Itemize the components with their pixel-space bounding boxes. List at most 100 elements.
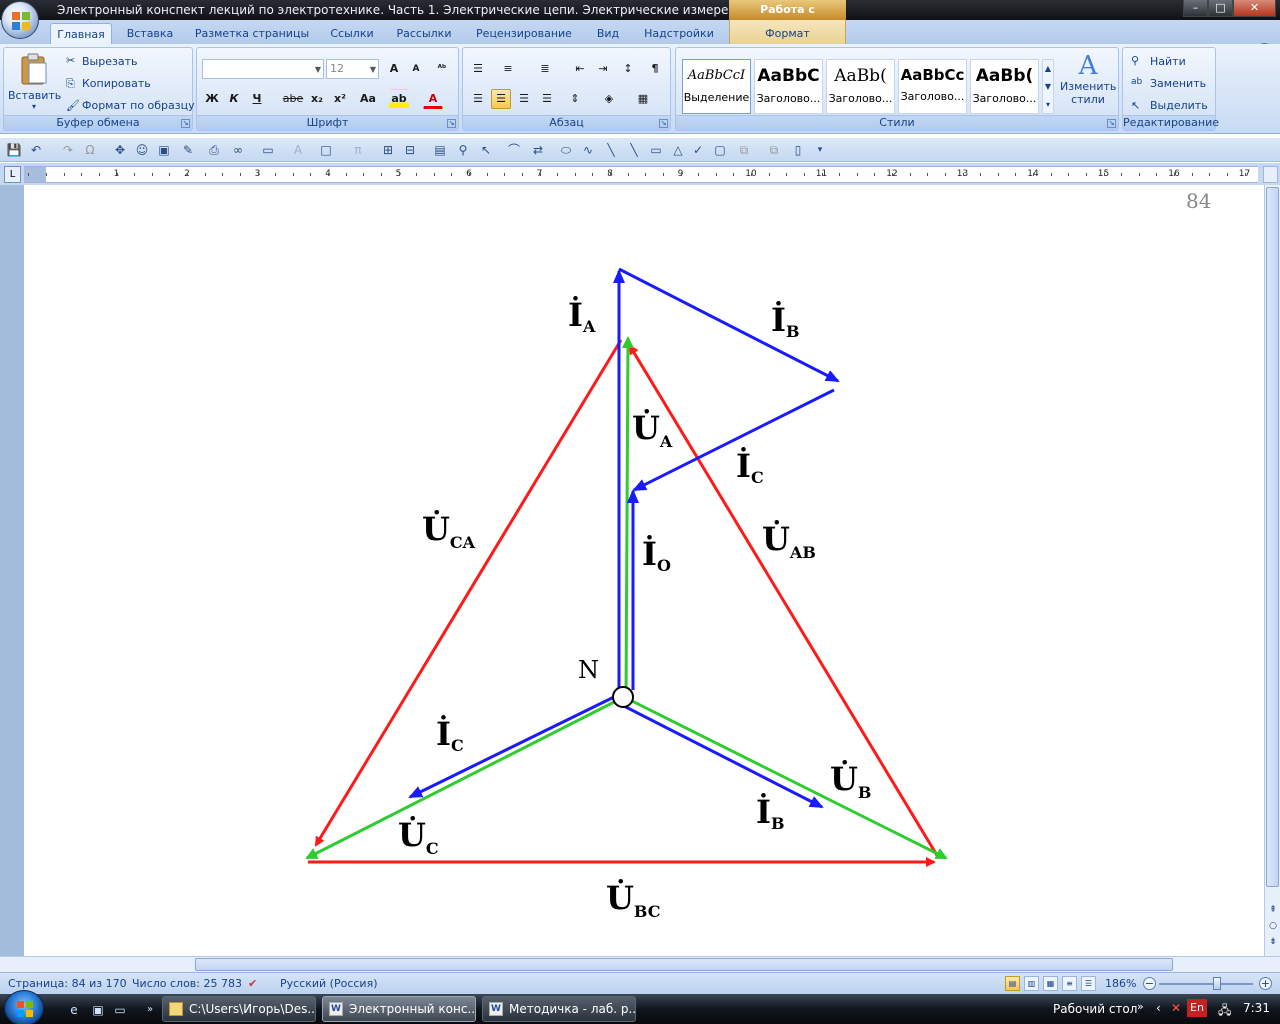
- print-layout-icon[interactable]: ▤: [1005, 976, 1020, 991]
- oval-icon[interactable]: ⬭: [558, 142, 574, 158]
- document-icon[interactable]: ▯: [790, 142, 806, 158]
- select-objects-icon[interactable]: ↖: [478, 142, 494, 158]
- zoom-in-icon[interactable]: +: [1259, 977, 1272, 990]
- page-count-status[interactable]: Страница: 84 из 170: [8, 977, 127, 990]
- horizontal-ruler[interactable]: 1234567891011121314151617: [24, 166, 1258, 183]
- style-heading-2[interactable]: AaBb( Заголово...: [826, 59, 895, 114]
- textbox-icon[interactable]: ▤: [432, 142, 448, 158]
- bold-button[interactable]: Ж: [202, 89, 222, 109]
- desktop-toolbar-more-icon[interactable]: »: [1137, 1000, 1144, 1024]
- highlight-icon[interactable]: ab: [389, 89, 409, 109]
- tab-insert[interactable]: Вставка: [122, 23, 178, 44]
- align-left-icon[interactable]: ☰: [468, 89, 488, 109]
- internet-explorer-icon[interactable]: e: [66, 1002, 82, 1018]
- show-formatting-button[interactable]: ¶: [645, 59, 665, 79]
- bullets-icon[interactable]: ☰: [468, 59, 488, 79]
- spelling-icon[interactable]: ✓: [690, 142, 706, 158]
- clip-art-icon[interactable]: ✎: [180, 142, 196, 158]
- office-button[interactable]: [1, 1, 39, 39]
- desktop-toolbar-label[interactable]: Рабочий стол: [1053, 1002, 1137, 1024]
- vertical-scroll-thumb[interactable]: [1266, 187, 1279, 887]
- dialog-launcher-icon[interactable]: ↘: [659, 119, 668, 128]
- prev-page-icon[interactable]: ⇞: [1268, 905, 1278, 915]
- borders-icon[interactable]: ▦: [633, 89, 653, 109]
- styles-scroll-icon[interactable]: ▲ ▼ ▾: [1042, 59, 1054, 114]
- tab-format[interactable]: Формат: [729, 20, 846, 44]
- dialog-launcher-icon[interactable]: ↘: [1107, 119, 1116, 128]
- browse-object-icon[interactable]: ○: [1268, 921, 1278, 931]
- style-heading-1[interactable]: AaBbC Заголово...: [754, 59, 823, 114]
- taskbar-item-word-lectures[interactable]: W Электронный конс...: [322, 996, 476, 1022]
- font-size-combo[interactable]: 12 ▼: [326, 59, 379, 79]
- switch-windows-icon[interactable]: ▣: [90, 1002, 106, 1018]
- vertical-scrollbar[interactable]: ⇞ ○ ⇟: [1264, 185, 1280, 956]
- word-count-status[interactable]: Число слов: 25 783: [132, 977, 242, 990]
- italic-button[interactable]: К: [224, 89, 244, 109]
- proofing-icon[interactable]: ✔: [248, 977, 257, 990]
- freeform-icon[interactable]: ∿: [580, 142, 596, 158]
- antivirus-icon[interactable]: ✕: [1171, 1001, 1181, 1024]
- tab-mailings[interactable]: Рассылки: [392, 23, 456, 44]
- shrink-font-button[interactable]: A: [406, 59, 426, 79]
- style-emphasis[interactable]: AaBbCcI Выделение: [682, 59, 751, 114]
- select-button[interactable]: Выделить: [1150, 99, 1208, 112]
- start-button[interactable]: [4, 990, 44, 1024]
- cut-button[interactable]: Вырезать: [82, 55, 137, 68]
- bring-front-icon[interactable]: ⧉: [766, 142, 782, 158]
- tray-expand-icon[interactable]: ‹: [1156, 1001, 1161, 1024]
- group-icon[interactable]: ⊞: [380, 142, 396, 158]
- undo-icon[interactable]: ↶: [28, 142, 44, 158]
- rectangle-icon[interactable]: ▭: [648, 142, 664, 158]
- justify-icon[interactable]: ☰: [537, 89, 557, 109]
- underline-button[interactable]: Ч: [247, 89, 267, 109]
- replace-button[interactable]: Заменить: [1150, 77, 1206, 90]
- style-heading-4[interactable]: AaBb( Заголово...: [970, 59, 1039, 114]
- horizontal-scrollbar[interactable]: [0, 956, 1280, 972]
- horizontal-scroll-thumb[interactable]: [195, 958, 1173, 971]
- language-status[interactable]: Русский (Россия): [280, 977, 378, 990]
- zoom-icon[interactable]: ⚲: [455, 142, 471, 158]
- equation-icon[interactable]: π: [350, 142, 366, 158]
- numbering-icon[interactable]: ≡: [498, 59, 518, 79]
- tab-selector[interactable]: L: [4, 166, 21, 183]
- paste-button[interactable]: Вставить ▾: [8, 50, 61, 114]
- next-page-icon[interactable]: ⇟: [1268, 937, 1278, 947]
- show-desktop-icon[interactable]: ▭: [112, 1002, 128, 1018]
- print-icon[interactable]: ⎙: [206, 142, 222, 158]
- zoom-slider-thumb[interactable]: [1213, 977, 1221, 990]
- connector-icon[interactable]: ⇄: [530, 142, 546, 158]
- style-heading-3[interactable]: AaBbCc Заголово...: [898, 59, 967, 114]
- change-case-button[interactable]: Aa: [355, 89, 381, 109]
- align-center-icon[interactable]: ☰: [491, 89, 511, 109]
- font-name-combo[interactable]: ▼: [202, 59, 324, 79]
- phasor-diagram[interactable]: N İA İB İC İO İC İB U̇A U̇CA U̇AB U̇B U̇…: [24, 185, 1264, 956]
- close-button[interactable]: ✕: [1233, 0, 1276, 17]
- language-indicator[interactable]: En: [1187, 999, 1207, 1017]
- subscript-button[interactable]: x₂: [307, 89, 327, 109]
- full-screen-reading-icon[interactable]: ▥: [1024, 976, 1039, 991]
- customize-toolbar-icon[interactable]: ▾: [812, 142, 828, 158]
- align-right-icon[interactable]: ☰: [514, 89, 534, 109]
- taskbar-item-explorer[interactable]: C:\Users\Игорь\Des...: [162, 996, 316, 1022]
- frame-icon[interactable]: ▢: [712, 142, 728, 158]
- zoom-level[interactable]: 186%: [1105, 977, 1136, 990]
- move-icon[interactable]: ✥: [112, 142, 128, 158]
- increase-indent-icon[interactable]: ⇥: [593, 59, 613, 79]
- network-icon[interactable]: 🖧: [1218, 1001, 1231, 1024]
- multilevel-list-icon[interactable]: ≣: [535, 59, 555, 79]
- dialog-launcher-icon[interactable]: ↘: [447, 119, 456, 128]
- symbol-icon[interactable]: Ω: [82, 142, 98, 158]
- wordart-icon[interactable]: A: [290, 142, 306, 158]
- line-icon[interactable]: ╲: [626, 142, 642, 158]
- zoom-slider[interactable]: [1159, 983, 1253, 985]
- line-spacing-icon[interactable]: ⇕: [565, 89, 585, 109]
- save-icon[interactable]: 💾: [6, 142, 22, 158]
- sort-icon[interactable]: ↕: [618, 59, 638, 79]
- fill-icon[interactable]: ▭: [260, 142, 276, 158]
- maximize-button[interactable]: □: [1208, 0, 1233, 17]
- curve-icon[interactable]: ⌒: [506, 142, 522, 158]
- tab-review[interactable]: Рецензирование: [470, 23, 578, 44]
- change-styles-button[interactable]: A Изменить стили: [1060, 52, 1116, 106]
- clock[interactable]: 7:31: [1243, 1001, 1270, 1024]
- find-button[interactable]: Найти: [1150, 55, 1186, 68]
